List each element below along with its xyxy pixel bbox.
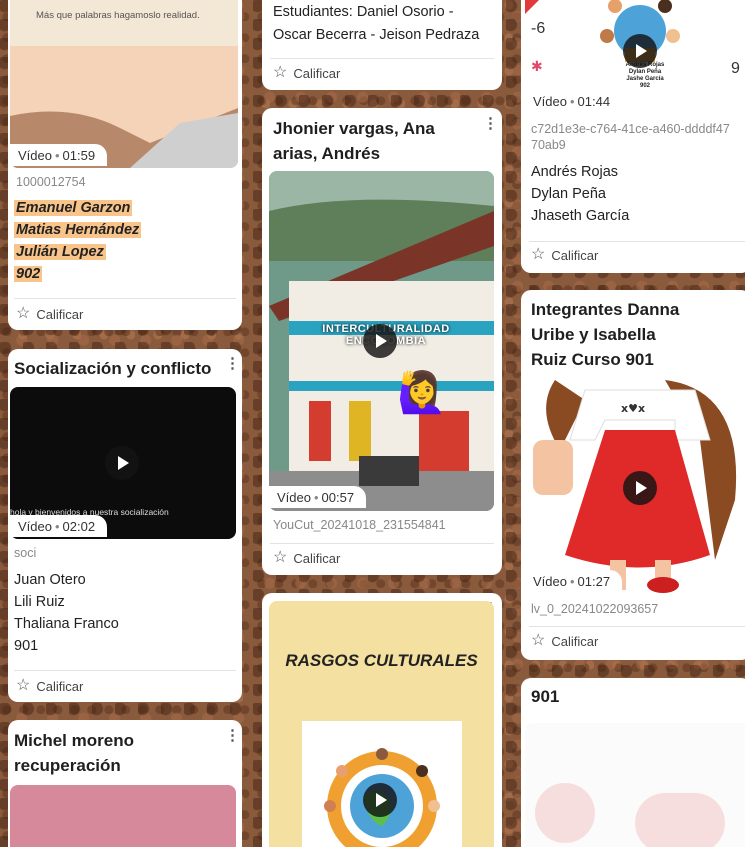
star-icon: ☆ <box>531 246 546 263</box>
post-card-jhonier[interactable]: Jhonier vargas, Ana arias, Andrés Romero… <box>262 108 502 575</box>
file-name: lv_0_20241022093657 <box>531 602 659 616</box>
video-duration-badge: Vídeo • 00:57 <box>269 486 367 508</box>
more-options-icon[interactable]: ⋮ <box>225 356 240 372</box>
body-line: Matias Hernández <box>14 222 142 238</box>
play-icon[interactable] <box>363 783 397 817</box>
divider <box>529 241 745 242</box>
svg-text:x♥x: x♥x <box>621 402 645 415</box>
thumb-red-corner <box>525 0 551 14</box>
play-icon[interactable] <box>363 324 397 358</box>
card-title: Integrantes Danna Uribe y Isabella Ruiz … <box>531 300 680 369</box>
thumb-paper-strip <box>10 0 238 46</box>
file-name: 1000012754 <box>16 175 86 189</box>
divider <box>14 670 236 671</box>
star-icon: ☆ <box>273 64 288 81</box>
post-card-danna[interactable]: Integrantes Danna Uribe y Isabella Ruiz … <box>521 290 745 660</box>
file-name: soci <box>14 546 37 560</box>
body-line: Thaliana Franco <box>14 616 119 632</box>
body-line: Andrés Rojas <box>531 164 619 180</box>
video-thumbnail[interactable] <box>525 723 745 847</box>
divider <box>270 543 494 544</box>
rate-button[interactable]: ☆ Calificar <box>531 633 598 649</box>
rate-button[interactable]: ☆ Calificar <box>273 65 340 81</box>
rate-button[interactable]: ☆ Calificar <box>273 550 340 566</box>
body-line: Estudiantes: Daniel Osorio - <box>273 4 454 20</box>
video-thumbnail[interactable] <box>10 785 236 847</box>
thumb-blur-shape <box>635 793 725 847</box>
thumb-digit: -6 <box>531 20 546 37</box>
video-duration-badge: Vídeo • 01:59 <box>10 144 108 166</box>
post-card-garzon[interactable]: Más que palabras hagamoslo realidad. Víd… <box>8 0 242 330</box>
star-icon: ☆ <box>273 549 288 566</box>
file-name: YouCut_20241018_231554841 <box>273 518 446 532</box>
more-options-icon[interactable]: ⋮ <box>483 116 498 132</box>
post-card-rojas[interactable]: -6 9 ✱ Andrés RojasDylan PeñaJashe Garcí… <box>521 0 745 273</box>
divider <box>270 58 494 59</box>
divider <box>529 626 745 627</box>
post-card-rasgos[interactable]: ⋮ RASGOS CULTURALES <box>262 593 502 847</box>
body-line: Lili Ruiz <box>14 594 65 610</box>
body-line: 902 <box>14 266 43 282</box>
raising-hand-emoji: 🙋‍♀️ <box>397 371 447 415</box>
thumb-digit: 9 <box>731 60 740 77</box>
star-icon: ☆ <box>16 305 31 322</box>
card-title: 901 <box>531 687 560 706</box>
play-icon[interactable] <box>105 446 139 480</box>
thumb-blur-shape <box>535 783 595 843</box>
body-line: Oscar Becerra - Jeison Pedraza <box>273 27 480 43</box>
rate-button[interactable]: ☆ Calificar <box>531 247 598 263</box>
body-line: Julián Lopez <box>14 244 106 260</box>
card-title: Socialización y conflicto <box>14 359 212 378</box>
video-duration-badge: Vídeo • 01:44 <box>525 90 623 112</box>
file-name: c72d1e3e-c764-41ce-a460-ddddf4770ab9 <box>531 122 730 152</box>
divider <box>14 298 236 299</box>
star-icon: ☆ <box>531 632 546 649</box>
play-icon[interactable] <box>623 471 657 505</box>
post-card-osorio[interactable]: Estudiantes: Daniel Osorio - Oscar Becer… <box>262 0 502 90</box>
thumb-star: ✱ <box>531 58 543 74</box>
thumb-text: Más que palabras hagamoslo realidad. <box>36 10 200 21</box>
post-card-901[interactable]: 901 <box>521 678 745 847</box>
body-line: Dylan Peña <box>531 186 606 202</box>
video-duration-badge: Vídeo • 01:27 <box>525 570 623 592</box>
video-duration-badge: Vídeo • 02:02 <box>10 515 108 537</box>
rate-button[interactable]: ☆ Calificar <box>16 678 83 694</box>
card-title: Michel moreno recuperación <box>14 731 134 775</box>
play-icon[interactable] <box>623 34 657 68</box>
body-line: Jhaseth García <box>531 208 630 224</box>
post-card-michel[interactable]: Michel moreno recuperación ⋮ <box>8 720 242 847</box>
rate-button[interactable]: ☆ Calificar <box>16 306 83 322</box>
more-options-icon[interactable]: ⋮ <box>225 728 240 744</box>
post-card-socializacion[interactable]: Socialización y conflicto ⋮ hola y bienv… <box>8 349 242 702</box>
star-icon: ☆ <box>16 677 31 694</box>
body-line: Juan Otero <box>14 572 86 588</box>
thumb-title: RASGOS CULTURALES <box>285 651 478 670</box>
body-line: Emanuel Garzon <box>14 200 133 216</box>
video-thumbnail[interactable]: Más que palabras hagamoslo realidad. <box>10 0 238 168</box>
body-line: 901 <box>14 638 39 654</box>
